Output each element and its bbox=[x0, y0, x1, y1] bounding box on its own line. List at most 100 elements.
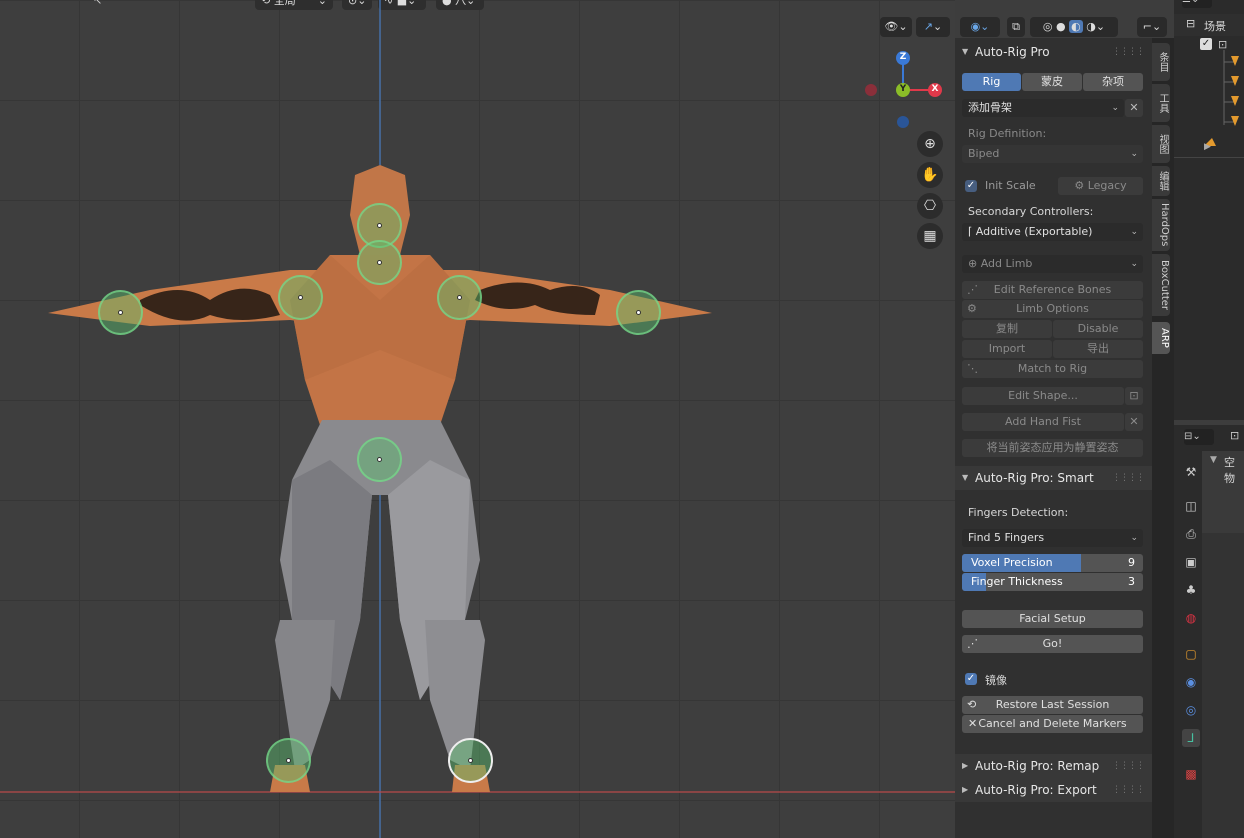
legacy-button[interactable]: ⚙ Legacy bbox=[1058, 177, 1143, 195]
voxel-precision-slider[interactable]: Voxel Precision 9 bbox=[962, 554, 1143, 572]
edit-shape-button[interactable]: Edit Shape... bbox=[962, 387, 1124, 405]
material-preview-icon[interactable]: ◐ bbox=[1069, 20, 1083, 33]
close-icon: ✕ bbox=[968, 717, 978, 730]
remove-hand-fist-button[interactable]: ✕ bbox=[1125, 413, 1143, 431]
marker-dot bbox=[118, 310, 123, 315]
marker-dot bbox=[377, 457, 382, 462]
drag-grip-icon[interactable]: ⋮⋮⋮⋮ bbox=[1112, 778, 1145, 802]
outliner-editor-type-dropdown[interactable]: ☰⌄ bbox=[1182, 0, 1212, 8]
shape-options-button[interactable]: ⊡ bbox=[1125, 387, 1143, 405]
outliner-icon: ☰⌄ bbox=[1182, 0, 1199, 5]
close-icon: ✕ bbox=[1129, 415, 1139, 428]
rendered-icon[interactable]: ◑ bbox=[1086, 20, 1096, 33]
overlay-dropdown[interactable]: ◉⌄ bbox=[960, 17, 1000, 37]
gizmo-y-label: Y bbox=[899, 84, 907, 94]
marker-chin[interactable] bbox=[357, 240, 402, 285]
add-hand-fist-button[interactable]: Add Hand Fist bbox=[962, 413, 1124, 431]
apply-pose-as-rest-button[interactable]: 将当前姿态应用为静置姿态 bbox=[962, 439, 1143, 457]
tab-tool[interactable]: 工具 bbox=[1152, 84, 1170, 122]
marker-shoulder-right[interactable] bbox=[437, 275, 482, 320]
collection-checkbox[interactable]: ✓ bbox=[1200, 38, 1212, 50]
tab-item[interactable]: 条目 bbox=[1152, 43, 1170, 81]
init-scale-label: Init Scale bbox=[985, 179, 1036, 192]
pan-hand-icon[interactable]: ✋ bbox=[917, 162, 943, 188]
tab-boxcutter[interactable]: BoxCutter bbox=[1152, 254, 1170, 316]
output-icon[interactable]: ⎙ bbox=[1182, 525, 1200, 543]
object-data-icon[interactable]: ⅃ bbox=[1182, 729, 1200, 747]
edit-reference-bones-button[interactable]: ⋰ Edit Reference Bones bbox=[962, 281, 1143, 299]
modifiers-icon[interactable]: ◉ bbox=[1182, 673, 1200, 691]
marker-wrist-right[interactable] bbox=[616, 290, 661, 335]
facial-setup-button[interactable]: Facial Setup bbox=[962, 610, 1143, 628]
wireframe-icon[interactable]: ◎ bbox=[1043, 20, 1053, 33]
fingers-detection-dropdown[interactable]: Find 5 Fingers ⌄ bbox=[962, 529, 1143, 547]
scene-collection-label: 场景 bbox=[1204, 20, 1226, 33]
tab-edit[interactable]: 编辑 bbox=[1152, 166, 1170, 196]
match-to-rig-button[interactable]: ⋱ Match to Rig bbox=[962, 360, 1143, 378]
add-limb-dropdown[interactable]: ⊕ Add Limb ⌄ bbox=[962, 255, 1143, 273]
render-icon[interactable]: ◫ bbox=[1182, 497, 1200, 515]
marker-shoulder-left[interactable] bbox=[278, 275, 323, 320]
tab-rig[interactable]: Rig bbox=[962, 73, 1021, 91]
panel-header-remap[interactable]: ▶ Auto-Rig Pro: Remap ⋮⋮⋮⋮ bbox=[955, 754, 1152, 778]
properties-editor-type-dropdown[interactable]: ⊟⌄ bbox=[1184, 429, 1214, 445]
import-button[interactable]: Import bbox=[962, 340, 1052, 358]
add-armature-dropdown[interactable]: 添加骨架 ⌄ bbox=[962, 99, 1124, 117]
tab-arp[interactable]: ARP bbox=[1152, 322, 1170, 354]
gizmo-x-label: X bbox=[931, 84, 939, 94]
properties-content: ▼ 空物 bbox=[1202, 451, 1244, 838]
tab-hardops[interactable]: HardOps bbox=[1152, 199, 1170, 251]
export-button[interactable]: 导出 bbox=[1053, 340, 1143, 358]
xray-toggle[interactable]: ⧉ bbox=[1007, 17, 1025, 37]
grid-icon[interactable]: ▦ bbox=[917, 223, 943, 249]
drag-grip-icon[interactable]: ⋮⋮⋮⋮ bbox=[1112, 754, 1145, 778]
limb-options-button[interactable]: ⚙ Limb Options bbox=[962, 300, 1143, 318]
zoom-icon[interactable]: ⊕ bbox=[917, 131, 943, 157]
marker-foot-right[interactable] bbox=[448, 738, 493, 783]
pin-icon[interactable]: ⊡ bbox=[1230, 429, 1244, 445]
texture-icon[interactable]: ▩ bbox=[1182, 765, 1200, 783]
drag-grip-icon[interactable]: ⋮⋮⋮⋮ bbox=[1112, 40, 1145, 64]
tab-view[interactable]: 视图 bbox=[1152, 125, 1170, 163]
bones-icon: ⋰ bbox=[967, 637, 978, 650]
camera-icon[interactable]: ⎔ bbox=[917, 193, 943, 219]
viewport-scene bbox=[0, 0, 955, 838]
init-scale-checkbox[interactable]: ✓ bbox=[965, 180, 977, 192]
mirror-checkbox[interactable]: ✓ bbox=[965, 673, 977, 685]
collapse-arrow-icon[interactable]: ▼ bbox=[1210, 455, 1217, 465]
panel-header-export[interactable]: ▶ Auto-Rig Pro: Export ⋮⋮⋮⋮ bbox=[955, 778, 1152, 802]
cancel-delete-markers-button[interactable]: ✕ Cancel and Delete Markers bbox=[962, 715, 1143, 733]
panel-header-arp[interactable]: ▼ Auto-Rig Pro ⋮⋮⋮⋮ bbox=[955, 40, 1152, 64]
scene-icon[interactable]: ♣ bbox=[1182, 581, 1200, 599]
3d-viewport[interactable]: ⟲ 全局⌄ ⊙⌄ ∿ ■⌄ ● 八⌄ 选项 ⌄ ↖ 👁⌄ ↗⌄ bbox=[0, 0, 955, 838]
go-button[interactable]: ⋰ Go! bbox=[962, 635, 1143, 653]
panel-header-smart[interactable]: ▼ Auto-Rig Pro: Smart ⋮⋮⋮⋮ bbox=[955, 466, 1152, 490]
drag-grip-icon[interactable]: ⋮⋮⋮⋮ bbox=[1112, 466, 1145, 490]
marker-root[interactable] bbox=[357, 437, 402, 482]
solid-icon[interactable]: ● bbox=[1056, 20, 1066, 33]
object-icon[interactable]: ▢ bbox=[1182, 645, 1200, 663]
secondary-controllers-dropdown[interactable]: ⌈ Additive (Exportable) ⌄ bbox=[962, 223, 1143, 241]
world-icon[interactable]: ◍ bbox=[1182, 609, 1200, 627]
marker-dot bbox=[457, 295, 462, 300]
finger-thickness-slider[interactable]: Finger Thickness 3 bbox=[962, 573, 1143, 591]
tab-skin[interactable]: 蒙皮 bbox=[1022, 73, 1082, 91]
marker-foot-left[interactable] bbox=[266, 738, 311, 783]
history-icon: ⟲ bbox=[967, 698, 977, 711]
rig-definition-dropdown[interactable]: Biped ⌄ bbox=[962, 145, 1143, 163]
tool-settings-icon[interactable]: ⚒ bbox=[1182, 463, 1200, 481]
remove-armature-button[interactable]: ✕ bbox=[1125, 99, 1143, 117]
bracket-icon: ⌈ bbox=[968, 225, 976, 238]
particles-icon[interactable]: ◎ bbox=[1182, 701, 1200, 719]
view-layer-icon[interactable]: ▣ bbox=[1182, 553, 1200, 571]
disable-button[interactable]: Disable bbox=[1053, 320, 1143, 338]
editor-type-dropdown[interactable]: ⌐⌄ bbox=[1137, 17, 1167, 37]
copy-button[interactable]: 复制 bbox=[962, 320, 1052, 338]
marker-wrist-left[interactable] bbox=[98, 290, 143, 335]
restore-last-session-button[interactable]: ⟲ Restore Last Session bbox=[962, 696, 1143, 714]
tab-misc[interactable]: 杂项 bbox=[1083, 73, 1143, 91]
object-name-label: 空物 bbox=[1224, 456, 1235, 485]
shading-mode-group[interactable]: ◎ ● ◐ ◑⌄ bbox=[1030, 17, 1118, 37]
secondary-controllers-label: Secondary Controllers: bbox=[968, 205, 1094, 218]
expand-arrow-icon[interactable]: ▶ bbox=[1204, 142, 1211, 152]
